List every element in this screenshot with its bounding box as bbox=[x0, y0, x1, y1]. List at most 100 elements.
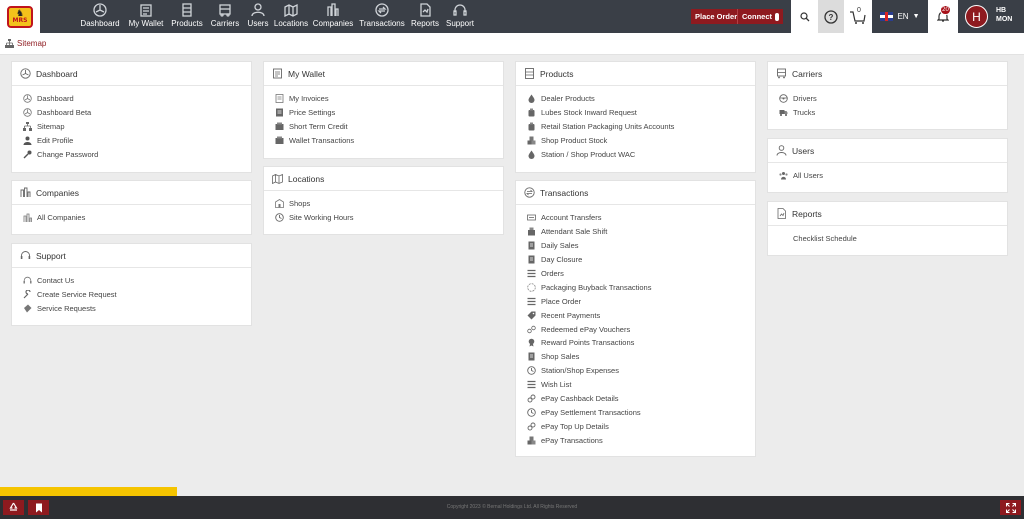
wrench-icon bbox=[23, 290, 32, 299]
transactions-card: Transactions Account Transfers Attendant … bbox=[515, 180, 756, 457]
link-wallet-transactions[interactable]: Wallet Transactions bbox=[275, 134, 503, 148]
link-create-service-request[interactable]: Create Service Request bbox=[23, 288, 251, 302]
link-transaction[interactable]: Redeemed ePay Vouchers bbox=[527, 322, 755, 336]
link-transaction[interactable]: ePay Transactions bbox=[527, 433, 755, 447]
language-selector[interactable]: EN ▼ bbox=[872, 0, 928, 33]
link-all-users[interactable]: All Users bbox=[779, 169, 1007, 183]
link-contact-us[interactable]: Contact Us bbox=[23, 274, 251, 288]
link-site-working-hours[interactable]: Site Working Hours bbox=[275, 211, 503, 225]
link-retail-station-packaging-units-accounts[interactable]: Retail Station Packaging Units Accounts bbox=[527, 120, 755, 134]
link-transaction[interactable]: Daily Sales bbox=[527, 239, 755, 253]
main-nav: Dashboard My Wallet Products Carriers Us… bbox=[76, 0, 478, 33]
link-label: Shop Product Stock bbox=[541, 136, 608, 146]
nav-users[interactable]: Users bbox=[244, 0, 272, 33]
recycle-icon bbox=[9, 502, 18, 511]
avatar[interactable]: H bbox=[965, 5, 988, 28]
carriers-icon bbox=[219, 4, 231, 17]
nav-companies[interactable]: Companies bbox=[310, 0, 356, 33]
products-icon bbox=[524, 68, 535, 79]
breadcrumb-sitemap[interactable]: Sitemap bbox=[17, 39, 46, 48]
link-transaction[interactable]: Shop Sales bbox=[527, 350, 755, 364]
search-button[interactable] bbox=[791, 0, 818, 33]
link-trucks[interactable]: Trucks bbox=[779, 106, 1007, 120]
locations-icon bbox=[284, 3, 298, 17]
link-transaction[interactable]: ePay Settlement Transactions bbox=[527, 405, 755, 419]
link-transaction[interactable]: Orders bbox=[527, 267, 755, 281]
link-label: ePay Transactions bbox=[541, 435, 603, 445]
link-price-settings[interactable]: Price Settings bbox=[275, 106, 503, 120]
nav-my-wallet[interactable]: My Wallet bbox=[124, 0, 168, 33]
card-header: Reports bbox=[768, 202, 1007, 226]
nav-dashboard[interactable]: Dashboard bbox=[76, 0, 124, 33]
drop-icon bbox=[527, 94, 536, 104]
nav-locations[interactable]: Locations bbox=[272, 0, 310, 33]
link-dashboard-beta[interactable]: Dashboard Beta bbox=[23, 106, 251, 120]
tag-icon bbox=[527, 311, 536, 320]
transactions-icon bbox=[375, 3, 389, 17]
progress-strip bbox=[0, 487, 177, 496]
user-name[interactable]: HB MON bbox=[996, 6, 1012, 24]
link-shop-product-stock[interactable]: Shop Product Stock bbox=[527, 134, 755, 148]
card-title: My Wallet bbox=[288, 68, 325, 79]
place-order-button[interactable]: Place Order bbox=[691, 9, 742, 24]
clock-icon bbox=[527, 366, 536, 375]
cashback-icon bbox=[527, 394, 536, 403]
nav-products[interactable]: Products bbox=[168, 0, 206, 33]
link-my-invoices[interactable]: My Invoices bbox=[275, 92, 503, 106]
link-dealer-products[interactable]: Dealer Products bbox=[527, 92, 755, 106]
connect-button[interactable]: Connect bbox=[737, 9, 783, 24]
link-transaction[interactable]: Account Transfers bbox=[527, 211, 755, 225]
link-transaction[interactable]: Attendant Sale Shift bbox=[527, 225, 755, 239]
link-label: Daily Sales bbox=[541, 241, 579, 251]
link-change-password[interactable]: Change Password bbox=[23, 148, 251, 162]
card-title: Reports bbox=[792, 208, 822, 219]
bookmark-icon bbox=[35, 503, 42, 512]
recycle-button[interactable] bbox=[3, 500, 24, 515]
link-shops[interactable]: Shops bbox=[275, 197, 503, 211]
nav-label: Carriers bbox=[210, 19, 240, 28]
link-transaction[interactable]: Day Closure bbox=[527, 253, 755, 267]
nav-support[interactable]: Support bbox=[442, 0, 478, 33]
link-sitemap[interactable]: Sitemap bbox=[23, 120, 251, 134]
link-drivers[interactable]: Drivers bbox=[779, 92, 1007, 106]
link-transaction[interactable]: Wish List bbox=[527, 378, 755, 392]
link-dashboard[interactable]: Dashboard bbox=[23, 92, 251, 106]
link-label: Redeemed ePay Vouchers bbox=[541, 324, 631, 334]
link-label: Trucks bbox=[793, 108, 816, 118]
link-lubes-stock-inward-request[interactable]: Lubes Stock Inward Request bbox=[527, 106, 755, 120]
reports-icon bbox=[776, 208, 787, 219]
card-header: Transactions bbox=[516, 181, 755, 205]
link-service-requests[interactable]: Service Requests bbox=[23, 302, 251, 316]
credit-icon bbox=[275, 122, 284, 131]
link-transaction[interactable]: Reward Points Transactions bbox=[527, 336, 755, 350]
fullscreen-button[interactable] bbox=[1000, 500, 1021, 515]
link-edit-profile[interactable]: Edit Profile bbox=[23, 134, 251, 148]
link-short-term-credit[interactable]: Short Term Credit bbox=[275, 120, 503, 134]
app-logo[interactable]: ♞ MRS bbox=[0, 0, 40, 33]
nav-transactions[interactable]: Transactions bbox=[356, 0, 408, 33]
link-transaction[interactable]: Recent Payments bbox=[527, 308, 755, 322]
clock-icon bbox=[527, 408, 536, 417]
cart-button[interactable]: 0 bbox=[844, 0, 872, 33]
sitemap-icon bbox=[5, 39, 14, 48]
link-label: Shop Sales bbox=[541, 352, 580, 362]
transactions-icon bbox=[524, 187, 535, 198]
help-button[interactable]: ? bbox=[818, 0, 844, 33]
bookmark-button[interactable] bbox=[28, 500, 49, 515]
link-label: Wish List bbox=[541, 380, 572, 390]
link-transaction[interactable]: Packaging Buyback Transactions bbox=[527, 280, 755, 294]
link-transaction[interactable]: Place Order bbox=[527, 294, 755, 308]
nav-carriers[interactable]: Carriers bbox=[206, 0, 244, 33]
link-checklist-schedule[interactable]: Checklist Schedule bbox=[779, 232, 1007, 246]
card-header: Companies bbox=[12, 181, 251, 205]
link-label: Sitemap bbox=[37, 122, 65, 132]
card-title: Products bbox=[540, 68, 574, 79]
link-transaction[interactable]: ePay Cashback Details bbox=[527, 392, 755, 406]
link-all-companies[interactable]: All Companies bbox=[23, 211, 251, 225]
nav-reports[interactable]: Reports bbox=[408, 0, 442, 33]
link-station-shop-product-wac[interactable]: Station / Shop Product WAC bbox=[527, 148, 755, 162]
link-transaction[interactable]: Station/Shop Expenses bbox=[527, 364, 755, 378]
boxes-icon bbox=[527, 436, 536, 445]
cart-count: 0 bbox=[857, 7, 861, 14]
link-transaction[interactable]: ePay Top Up Details bbox=[527, 419, 755, 433]
